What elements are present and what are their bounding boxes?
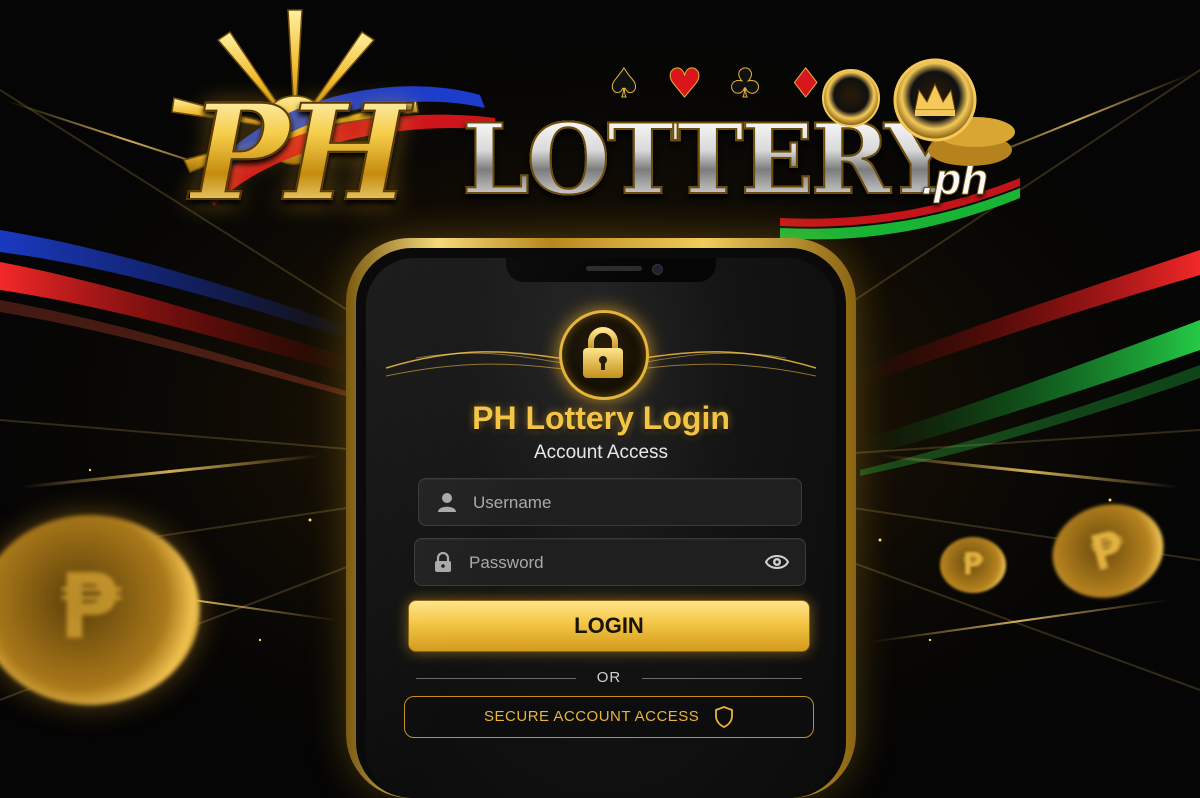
secure-access-button[interactable]: SECURE ACCOUNT ACCESS — [404, 696, 814, 738]
login-button[interactable]: LOGIN — [408, 600, 810, 652]
or-divider: OR — [416, 668, 802, 688]
login-title: PH Lottery Login — [472, 400, 730, 436]
coin-peso-icon: ₱ — [58, 555, 122, 660]
username-field[interactable] — [418, 478, 802, 527]
lock-icon — [435, 552, 451, 572]
password-field[interactable] — [414, 538, 806, 587]
lock-badge — [559, 310, 649, 400]
username-input[interactable] — [471, 479, 755, 527]
login-subtitle: Account Access — [533, 442, 669, 463]
eye-icon[interactable] — [765, 552, 789, 572]
coin-right-small: ₱ — [940, 537, 1006, 593]
logo-ph-text: PH — [189, 76, 411, 231]
heart-icon: ♥ — [666, 61, 709, 107]
spade-icon: ♠ — [606, 61, 648, 107]
club-icon: ♣ — [727, 61, 770, 107]
login-screen: PH Lottery Login Account Access Username… — [366, 258, 836, 798]
coin-peso-icon: ₱ — [962, 547, 984, 582]
brand-logo: PH LOTTERY .ph ♠ ♥ ♣ ♦ — [0, 0, 1200, 260]
card-suits: ♠ ♥ ♣ ♦ — [606, 61, 830, 107]
shield-icon — [715, 706, 733, 728]
phone-notch — [506, 258, 716, 282]
user-icon — [438, 493, 456, 512]
password-input[interactable] — [467, 539, 751, 587]
phone-bezel: PH Lottery Login Account Access Username… — [356, 248, 846, 798]
camera-icon — [652, 264, 663, 275]
lock-icon — [583, 327, 623, 378]
phone-speaker — [586, 266, 642, 271]
secure-access-label: SECURE ACCOUNT ACCESS — [484, 707, 700, 725]
divider-line-right — [642, 678, 802, 679]
phone-device: PH Lottery Login Account Access Username… — [346, 238, 856, 798]
casino-chips-icon — [822, 58, 1015, 166]
